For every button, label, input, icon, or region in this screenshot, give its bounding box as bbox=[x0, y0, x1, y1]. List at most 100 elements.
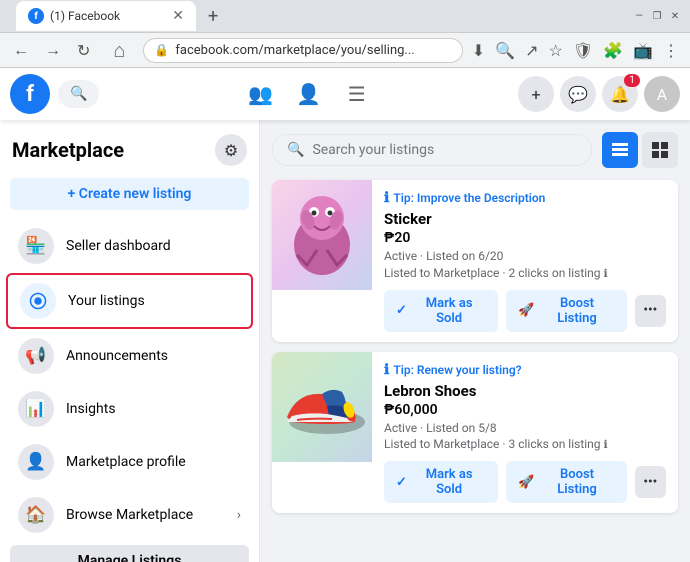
minimize-button[interactable]: — bbox=[632, 9, 646, 23]
browser-titlebar: f (1) Facebook ✕ + — ❐ ✕ bbox=[0, 0, 690, 32]
tip-icon-shoes: ℹ bbox=[384, 362, 389, 378]
facebook-nav-center: 👥 👤 ☰ bbox=[239, 72, 379, 116]
nav-menu-icon[interactable]: ☰ bbox=[335, 72, 379, 116]
listing-info-sticker: ℹ Tip: Improve the Description Sticker ₱… bbox=[372, 180, 678, 342]
tip-icon: ℹ bbox=[384, 190, 389, 206]
checkmark-icon-shoes: ✓ bbox=[396, 475, 407, 490]
tab-title: (1) Facebook bbox=[50, 9, 120, 23]
marketplace-profile-icon: 👤 bbox=[18, 444, 54, 480]
your-listings-icon bbox=[20, 283, 56, 319]
seller-dashboard-label: Seller dashboard bbox=[66, 238, 241, 254]
listings-search-input[interactable] bbox=[312, 142, 577, 158]
more-options-button-shoes[interactable]: ••• bbox=[635, 466, 666, 498]
listing-tip-shoes: ℹ Tip: Renew your listing? bbox=[384, 362, 666, 378]
listing-tip-sticker: ℹ Tip: Improve the Description bbox=[384, 190, 666, 206]
facebook-nav-right: + 💬 🔔 1 A bbox=[518, 76, 680, 112]
browse-marketplace-chevron: › bbox=[237, 507, 241, 523]
listing-price-sticker: ₱20 bbox=[384, 230, 666, 246]
mark-sold-button-shoes[interactable]: ✓ Mark as Sold bbox=[384, 461, 498, 503]
facebook-logo: f bbox=[10, 74, 50, 114]
insights-icon: 📊 bbox=[18, 391, 54, 427]
tip-text-shoes: Tip: Renew your listing? bbox=[393, 363, 521, 377]
browser-chrome: f (1) Facebook ✕ + — ❐ ✕ ← → ↻ ⌂ 🔒 faceb… bbox=[0, 0, 690, 68]
sidebar-item-insights[interactable]: 📊 Insights bbox=[6, 383, 253, 435]
lock-icon: 🔒 bbox=[154, 43, 169, 57]
toolbar-actions: ⬇ 🔍 ↗ ☆ 🛡 🧩 📺 ⋮ bbox=[469, 38, 682, 63]
boost-button-shoes[interactable]: 🚀 Boost Listing bbox=[506, 461, 626, 503]
browser-toolbar: ← → ↻ ⌂ 🔒 facebook.com/marketplace/you/s… bbox=[0, 32, 690, 68]
adblock-icon[interactable]: 🛡 bbox=[570, 38, 596, 63]
main-layout: Marketplace ⚙ + Create new listing 🏪 Sel… bbox=[0, 120, 690, 562]
window-controls: — ❐ ✕ bbox=[632, 9, 682, 23]
home-button[interactable]: ⌂ bbox=[101, 32, 137, 68]
notifications-button[interactable]: 🔔 1 bbox=[602, 76, 638, 112]
create-menu-button[interactable]: + bbox=[518, 76, 554, 112]
sidebar-item-announcements[interactable]: 📢 Announcements bbox=[6, 330, 253, 382]
close-button[interactable]: ✕ bbox=[668, 9, 682, 23]
manage-listings-button[interactable]: Manage Listings bbox=[10, 545, 249, 562]
listings-search-box[interactable]: 🔍 bbox=[272, 134, 592, 166]
tab-close-btn[interactable]: ✕ bbox=[172, 8, 184, 24]
new-tab-button[interactable]: + bbox=[200, 2, 226, 31]
mark-sold-button-sticker[interactable]: ✓ Mark as Sold bbox=[384, 290, 498, 332]
list-view-button[interactable] bbox=[602, 132, 638, 168]
more-options-icon[interactable]: ⋮ bbox=[660, 38, 682, 63]
sticker-image-placeholder bbox=[272, 180, 372, 290]
cast-icon[interactable]: 📺 bbox=[630, 38, 656, 63]
view-toggle bbox=[602, 132, 678, 168]
browse-marketplace-label: Browse Marketplace bbox=[66, 507, 225, 523]
listing-price-shoes: ₱60,000 bbox=[384, 402, 666, 418]
forward-button[interactable]: → bbox=[40, 38, 66, 62]
notification-badge: 1 bbox=[624, 74, 640, 87]
boost-icon-shoes: 🚀 bbox=[518, 475, 534, 490]
your-listings-label: Your listings bbox=[68, 293, 239, 309]
sidebar-gear-button[interactable]: ⚙ bbox=[215, 134, 247, 166]
listing-meta-line2-shoes: Listed to Marketplace · 3 clicks on list… bbox=[384, 437, 601, 451]
nav-friends-icon[interactable]: 👤 bbox=[287, 72, 331, 116]
sidebar-item-seller-dashboard[interactable]: 🏪 Seller dashboard bbox=[6, 220, 253, 272]
sidebar-item-browse-marketplace[interactable]: 🏠 Browse Marketplace › bbox=[6, 489, 253, 541]
content-toolbar: 🔍 bbox=[272, 132, 678, 168]
share-icon[interactable]: ↗ bbox=[522, 38, 541, 63]
boost-button-sticker[interactable]: 🚀 Boost Listing bbox=[506, 290, 626, 332]
download-icon[interactable]: ⬇ bbox=[469, 38, 488, 63]
sidebar: Marketplace ⚙ + Create new listing 🏪 Sel… bbox=[0, 120, 260, 562]
listing-info-icon-shoes: ℹ bbox=[604, 438, 608, 451]
sidebar-item-your-listings[interactable]: Your listings bbox=[6, 273, 253, 329]
sidebar-header: Marketplace ⚙ bbox=[0, 130, 259, 174]
create-listing-button[interactable]: + Create new listing bbox=[10, 178, 249, 210]
grid-view-button[interactable] bbox=[642, 132, 678, 168]
content-area: 🔍 bbox=[260, 120, 690, 562]
checkmark-icon: ✓ bbox=[396, 303, 407, 318]
tip-text-sticker: Tip: Improve the Description bbox=[393, 191, 545, 205]
listing-meta-line1-sticker: Active · Listed on 6/20 bbox=[384, 249, 503, 263]
facebook-header: f 🔍 👥 👤 ☰ + 💬 🔔 1 A bbox=[0, 68, 690, 120]
nav-people-icon[interactable]: 👥 bbox=[239, 72, 283, 116]
maximize-button[interactable]: ❐ bbox=[650, 9, 664, 23]
listing-meta-line1-shoes: Active · Listed on 5/8 bbox=[384, 421, 497, 435]
bookmark-icon[interactable]: ☆ bbox=[546, 38, 566, 63]
announcements-label: Announcements bbox=[66, 348, 241, 364]
listing-actions-shoes: ✓ Mark as Sold 🚀 Boost Listing ••• bbox=[384, 461, 666, 503]
browser-tab[interactable]: f (1) Facebook ✕ bbox=[16, 1, 196, 31]
listing-actions-sticker: ✓ Mark as Sold 🚀 Boost Listing ••• bbox=[384, 290, 666, 332]
sidebar-item-marketplace-profile[interactable]: 👤 Marketplace profile bbox=[6, 436, 253, 488]
address-bar[interactable]: 🔒 facebook.com/marketplace/you/selling..… bbox=[143, 38, 462, 63]
sidebar-title: Marketplace bbox=[12, 138, 124, 162]
facebook-search[interactable]: 🔍 bbox=[58, 80, 99, 108]
browse-marketplace-icon: 🏠 bbox=[18, 497, 54, 533]
avatar[interactable]: A bbox=[644, 76, 680, 112]
refresh-button[interactable]: ↻ bbox=[72, 39, 95, 62]
messenger-button[interactable]: 💬 bbox=[560, 76, 596, 112]
more-options-button-sticker[interactable]: ••• bbox=[635, 295, 666, 327]
listing-card-sticker: ℹ Tip: Improve the Description Sticker ₱… bbox=[272, 180, 678, 342]
listing-meta-shoes: Active · Listed on 5/8 Listed to Marketp… bbox=[384, 420, 666, 454]
listing-title-sticker: Sticker bbox=[384, 210, 666, 228]
listing-title-shoes: Lebron Shoes bbox=[384, 382, 666, 400]
back-button[interactable]: ← bbox=[8, 38, 34, 62]
shoe-image-placeholder bbox=[272, 352, 372, 462]
extensions-icon[interactable]: 🧩 bbox=[600, 38, 626, 63]
listing-meta-line2-sticker: Listed to Marketplace · 2 clicks on list… bbox=[384, 266, 601, 280]
tab-search-icon[interactable]: 🔍 bbox=[492, 38, 518, 63]
announcements-icon: 📢 bbox=[18, 338, 54, 374]
